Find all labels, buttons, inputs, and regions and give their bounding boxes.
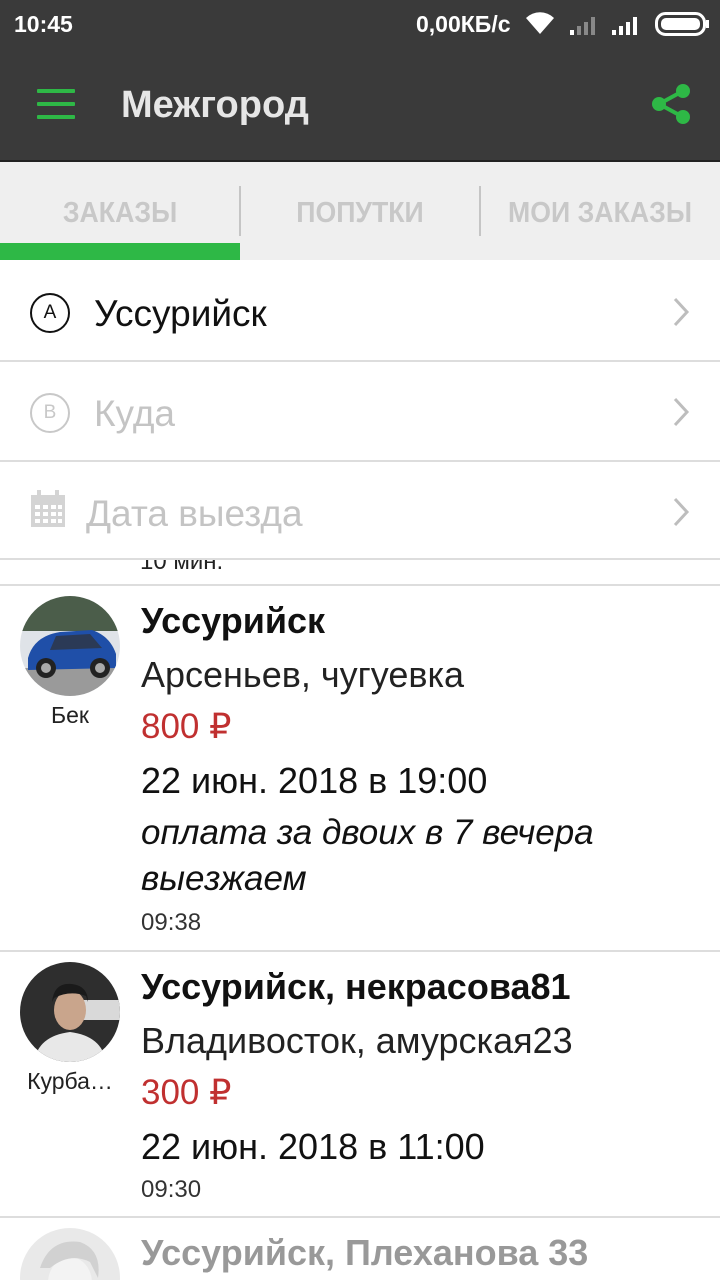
status-bar: 10:45 0,00КБ/с (0, 0, 720, 48)
to-city-field[interactable]: B Куда (0, 362, 720, 462)
posted-time: 09:38 (141, 909, 202, 936)
from-city-value: Уссурийск (94, 293, 267, 334)
departure-date-field[interactable]: Дата выезда (0, 462, 720, 560)
avatar (20, 1228, 120, 1280)
departure-date-placeholder: Дата выезда (86, 493, 303, 534)
ride-date: 22 июн. 2018 в 19:00 (141, 760, 488, 801)
route-from: Уссурийск, некрасова81 (141, 966, 571, 1007)
driver-name: Курба… (27, 1068, 113, 1094)
menu-icon (37, 89, 75, 93)
avatar (20, 962, 120, 1062)
to-city-placeholder: Куда (94, 393, 175, 434)
menu-button[interactable] (30, 82, 80, 126)
chevron-right-icon (673, 297, 690, 327)
person-photo-icon (20, 962, 120, 1062)
ride-date: 22 июн. 2018 в 11:00 (141, 1126, 485, 1167)
order-card[interactable]: Курба… Уссурийск, некрасова81 Владивосто… (0, 952, 720, 1216)
point-a-icon: A (30, 293, 70, 333)
active-tab-indicator (0, 243, 240, 260)
wifi-icon (526, 12, 554, 34)
order-card[interactable]: Бек Уссурийск Арсеньев, чугуевка 800 ₽ 2… (0, 586, 720, 950)
chevron-right-icon (673, 397, 690, 427)
route-to: Владивосток, амурская23 (141, 1020, 573, 1061)
order-card[interactable]: Уссурийск, Плеханова 33 (0, 1218, 720, 1280)
tab-rides[interactable]: ПОПУТКИ (250, 162, 471, 260)
ride-price: 800 ₽ (141, 707, 232, 746)
tab-divider (239, 186, 241, 236)
route-to: Арсеньев, чугуевка (141, 654, 465, 695)
from-city-field[interactable]: A Уссурийск (0, 262, 720, 362)
chevron-right-icon (673, 497, 690, 527)
driver-name: Бек (51, 702, 89, 728)
person-photo-icon (20, 1228, 120, 1280)
share-button[interactable] (648, 80, 696, 128)
ride-price: 300 ₽ (141, 1073, 232, 1112)
posted-time: 09:30 (141, 1176, 202, 1203)
battery-icon (655, 12, 709, 36)
signal-weak-icon (570, 17, 595, 35)
tab-my-orders[interactable]: МОИ ЗАКАЗЫ (490, 162, 711, 260)
signal-strong-icon (612, 17, 637, 35)
tab-divider (479, 186, 481, 236)
route-from: Уссурийск, Плеханова 33 (141, 1232, 589, 1273)
network-speed: 0,00КБ/с (416, 11, 511, 37)
page-title: Межгород (121, 84, 309, 126)
app-toolbar: Межгород (0, 48, 720, 162)
calendar-icon (31, 490, 65, 527)
route-from: Уссурийск (141, 600, 326, 641)
car-photo-icon (20, 596, 120, 696)
cut-off-text: 10 мин. (140, 560, 224, 575)
status-time: 10:45 (14, 11, 73, 37)
avatar (20, 596, 120, 696)
ride-comment: оплата за двоих в 7 вечера выезжаем (141, 813, 594, 898)
share-icon (652, 84, 690, 124)
cut-off-row: 10 мин. (0, 560, 720, 584)
point-b-icon: B (30, 393, 70, 433)
